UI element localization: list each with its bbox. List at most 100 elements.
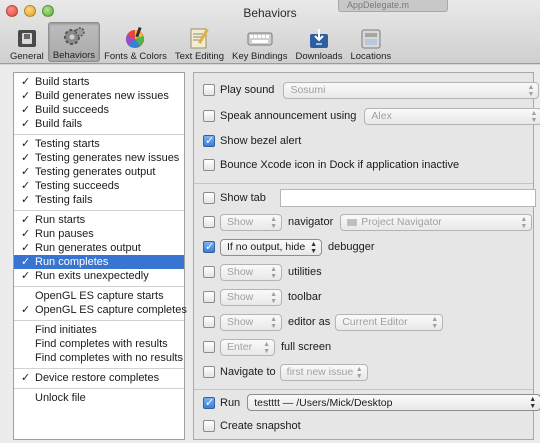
popup-arrows-icon: ▲ ▼ [527, 83, 535, 98]
behavior-item[interactable]: OpenGL ES capture starts [14, 289, 184, 303]
checkmark-icon: ✓ [21, 228, 31, 240]
behavior-item[interactable]: Unlock file [14, 391, 184, 405]
speak-label: Speak announcement using [220, 110, 357, 122]
behavior-item[interactable]: ✓ Testing generates output [14, 165, 184, 179]
show-tab-row: Show tab [194, 183, 536, 211]
behavior-item-label: Device restore completes [35, 372, 160, 384]
snapshot-checkbox[interactable] [203, 420, 215, 432]
utilities-checkbox[interactable] [203, 266, 215, 278]
editor-mode-popup[interactable]: Show ▲ ▼ [220, 313, 282, 331]
toolbar-mode-popup[interactable]: Show ▲ ▼ [220, 288, 282, 306]
run-label: Run [220, 396, 241, 409]
play-sound-checkbox[interactable] [203, 84, 215, 96]
bezel-row: Show bezel alert [194, 130, 533, 152]
behavior-item[interactable]: ✓ Run completes [14, 255, 184, 269]
behavior-item-label: Run pauses [35, 228, 94, 240]
bezel-checkbox[interactable] [203, 134, 215, 147]
checkmark-icon: ✓ [21, 138, 31, 150]
speak-checkbox[interactable] [203, 110, 215, 122]
behavior-item[interactable]: Find completes with no results [14, 351, 184, 365]
behavior-item-label: Find initiates [35, 324, 97, 336]
run-row: Run testttt — /Users/Mick/Desktop▲▼ [194, 389, 540, 415]
utilities-mode-popup[interactable]: Show ▲ ▼ [220, 263, 282, 281]
behavior-item-label: Build fails [35, 118, 83, 130]
preferences-toolbar: General Behaviors Fonts & Colors Text Ed… [6, 22, 395, 62]
behavior-item[interactable]: ✓ Build succeeds [14, 103, 184, 117]
behavior-item[interactable]: Find initiates [14, 323, 184, 337]
behavior-item[interactable]: ✓ Device restore completes [14, 371, 184, 385]
behavior-item[interactable]: Find completes with results [14, 337, 184, 351]
popup-arrows-icon: ▲ ▼ [310, 240, 317, 255]
toolbar-fonts-colors[interactable]: Fonts & Colors [100, 22, 171, 62]
behavior-item-label: Testing starts [35, 138, 100, 150]
behavior-item[interactable]: ✓ Build starts [14, 75, 184, 89]
behavior-item[interactable]: ✓ Build generates new issues [14, 89, 184, 103]
toolbar-downloads[interactable]: Downloads [291, 22, 346, 62]
editor-checkbox[interactable] [203, 316, 215, 328]
locations-icon [358, 26, 384, 50]
behavior-item-label: Testing succeeds [35, 180, 120, 192]
editor-popup[interactable]: Current Editor ▲ ▼ [335, 313, 444, 331]
debugger-checkbox[interactable] [203, 240, 215, 253]
speak-row: Speak announcement using Alex ▲ ▼ [194, 105, 540, 127]
checkmark-icon: ✓ [21, 118, 31, 130]
checkmark-icon: ✓ [21, 152, 31, 164]
behavior-options-panel: Play sound Sosumi ▲ ▼ Speak announcement u… [193, 72, 540, 440]
fullscreen-checkbox[interactable] [203, 341, 215, 353]
voice-popup[interactable]: Alex ▲ ▼ [364, 107, 540, 125]
toolbar-checkbox[interactable] [203, 291, 215, 303]
keyboard-icon [247, 26, 273, 50]
utilities-label: utilities [288, 266, 322, 278]
show-tab-checkbox[interactable] [203, 191, 215, 204]
behavior-item[interactable]: ✓ Run pauses [14, 227, 184, 241]
navigate-popup[interactable]: first new issue ▲ ▼ [279, 363, 368, 381]
toolbar-key-bindings[interactable]: Key Bindings [228, 22, 291, 62]
navigator-checkbox[interactable] [203, 216, 215, 228]
run-scheme-popup[interactable]: testttt — /Users/Mick/Desktop ▲ ▼ [247, 394, 540, 411]
popup-arrows-icon: ▲ ▼ [520, 215, 528, 230]
toolbar-row: Show ▲ ▼ toolbar [194, 286, 533, 308]
sound-popup[interactable]: Sosumi ▲ ▼ [283, 81, 540, 99]
behavior-item[interactable]: ✓ Testing succeeds [14, 179, 184, 193]
behavior-item[interactable]: ✓ Run exits unexpectedly [14, 269, 184, 283]
downloads-icon [306, 26, 332, 50]
switch-icon [14, 26, 40, 50]
toolbar-locations[interactable]: Locations [346, 22, 395, 62]
behavior-item[interactable]: ✓ Testing generates new issues [14, 151, 184, 165]
toolbar-text-editing[interactable]: Text Editing [171, 22, 228, 62]
behavior-item[interactable]: ✓ OpenGL ES capture completes [14, 303, 187, 317]
behavior-item-label: Find completes with no results [35, 352, 183, 364]
popup-arrows-icon: ▲ ▼ [263, 340, 270, 355]
run-checkbox[interactable] [203, 396, 215, 409]
toolbar-label: toolbar [288, 291, 322, 303]
play-sound-label: Play sound [220, 84, 275, 96]
toolbar-general[interactable]: General [6, 22, 48, 62]
behavior-item-label: Find completes with results [35, 338, 168, 350]
behavior-item[interactable]: ✓ Testing starts [14, 137, 184, 151]
gears-icon [61, 25, 87, 49]
color-wheel-icon [122, 26, 148, 50]
checkmark-icon: ✓ [21, 304, 31, 316]
toolbar-behaviors[interactable]: Behaviors [47, 22, 101, 62]
navigator-mode-popup[interactable]: Show ▲ ▼ [220, 213, 282, 231]
popup-arrows-icon: ▲ ▼ [529, 396, 537, 410]
behavior-item[interactable]: ✓ Build fails [14, 117, 184, 131]
behavior-item[interactable]: ✓ Run generates output [14, 241, 184, 255]
behavior-item[interactable]: ✓ Testing fails [14, 193, 184, 207]
popup-arrows-icon: ▲ ▼ [270, 290, 277, 305]
fullscreen-mode-popup[interactable]: Enter ▲ ▼ [220, 338, 275, 356]
navigate-checkbox[interactable] [203, 366, 215, 378]
checkmark-icon: ✓ [21, 104, 31, 116]
tab-name-field[interactable] [279, 188, 536, 207]
navigator-popup[interactable]: Project Navigator ▲ ▼ [340, 213, 533, 231]
bounce-checkbox[interactable] [203, 159, 215, 171]
debugger-mode-popup[interactable]: If no output, hide ▲ ▼ [220, 238, 322, 256]
popup-arrows-icon: ▲ ▼ [270, 215, 277, 230]
checkmark-icon: ✓ [21, 242, 31, 254]
behavior-item-label: Run exits unexpectedly [35, 270, 149, 282]
bounce-label: Bounce Xcode icon in Dock if application… [220, 159, 460, 171]
bezel-label: Show bezel alert [220, 135, 302, 147]
text-editing-icon [186, 26, 212, 50]
behavior-item[interactable]: ✓ Run starts [14, 213, 184, 227]
popup-arrows-icon: ▲ ▼ [270, 315, 277, 330]
